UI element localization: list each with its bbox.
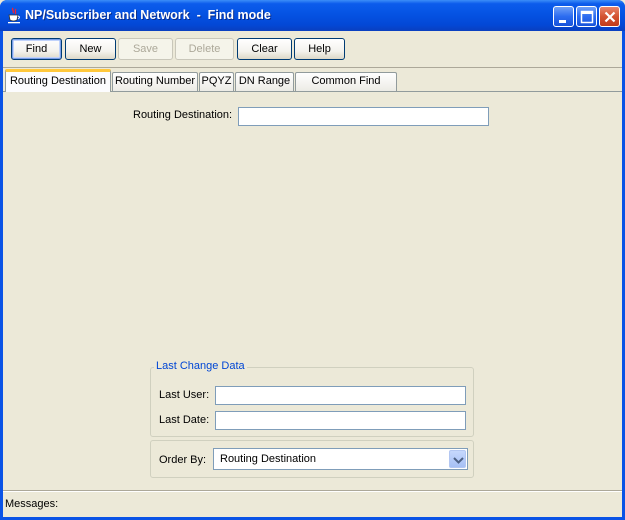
chevron-down-icon[interactable] [449, 450, 466, 468]
close-button[interactable] [599, 6, 620, 27]
last-date-label: Last Date: [159, 414, 210, 426]
minimize-button[interactable] [553, 6, 574, 27]
maximize-icon [580, 10, 594, 24]
order-by-select[interactable]: Routing Destination [213, 448, 468, 470]
tab-routing-number[interactable]: Routing Number [112, 72, 198, 91]
routing-destination-input[interactable] [238, 107, 489, 126]
find-button[interactable]: Find [11, 38, 62, 60]
tab-panel: Routing Destination: Last Change Data La… [3, 91, 622, 489]
window-title: NP/Subscriber and Network - Find mode [25, 8, 271, 22]
tab-common-find-panel[interactable]: Common Find Panel [295, 72, 397, 104]
help-button[interactable]: Help [294, 38, 345, 60]
java-cup-icon [6, 7, 22, 24]
routing-destination-label: Routing Destination: [133, 109, 233, 121]
order-by-group: Order By: Routing Destination [150, 440, 474, 478]
app-window: NP/Subscriber and Network - Find mode Fi… [0, 0, 625, 520]
order-by-label: Order By: [159, 454, 207, 466]
tab-routing-destination[interactable]: Routing Destination [5, 69, 111, 92]
last-date-input[interactable] [215, 411, 466, 430]
maximize-button[interactable] [576, 6, 597, 27]
last-change-title: Last Change Data [154, 360, 247, 372]
last-change-group: Last Change Data Last User: Last Date: [150, 360, 474, 437]
minimize-icon [559, 20, 566, 23]
new-button[interactable]: New [65, 38, 116, 60]
close-icon [604, 11, 616, 23]
client-area: Find New Save Delete Clear Help Routing … [3, 31, 622, 517]
last-user-input[interactable] [215, 386, 466, 405]
last-user-label: Last User: [159, 389, 210, 401]
title-bar[interactable]: NP/Subscriber and Network - Find mode [0, 0, 625, 31]
toolbar-divider [3, 67, 622, 68]
messages-label: Messages: [5, 498, 59, 510]
order-by-value: Routing Destination [220, 453, 317, 465]
tab-pqyz[interactable]: PQYZ [199, 72, 234, 91]
save-button[interactable]: Save [118, 38, 173, 60]
delete-button[interactable]: Delete [175, 38, 234, 60]
tab-dn-range[interactable]: DN Range [235, 72, 294, 91]
clear-button[interactable]: Clear [237, 38, 292, 60]
